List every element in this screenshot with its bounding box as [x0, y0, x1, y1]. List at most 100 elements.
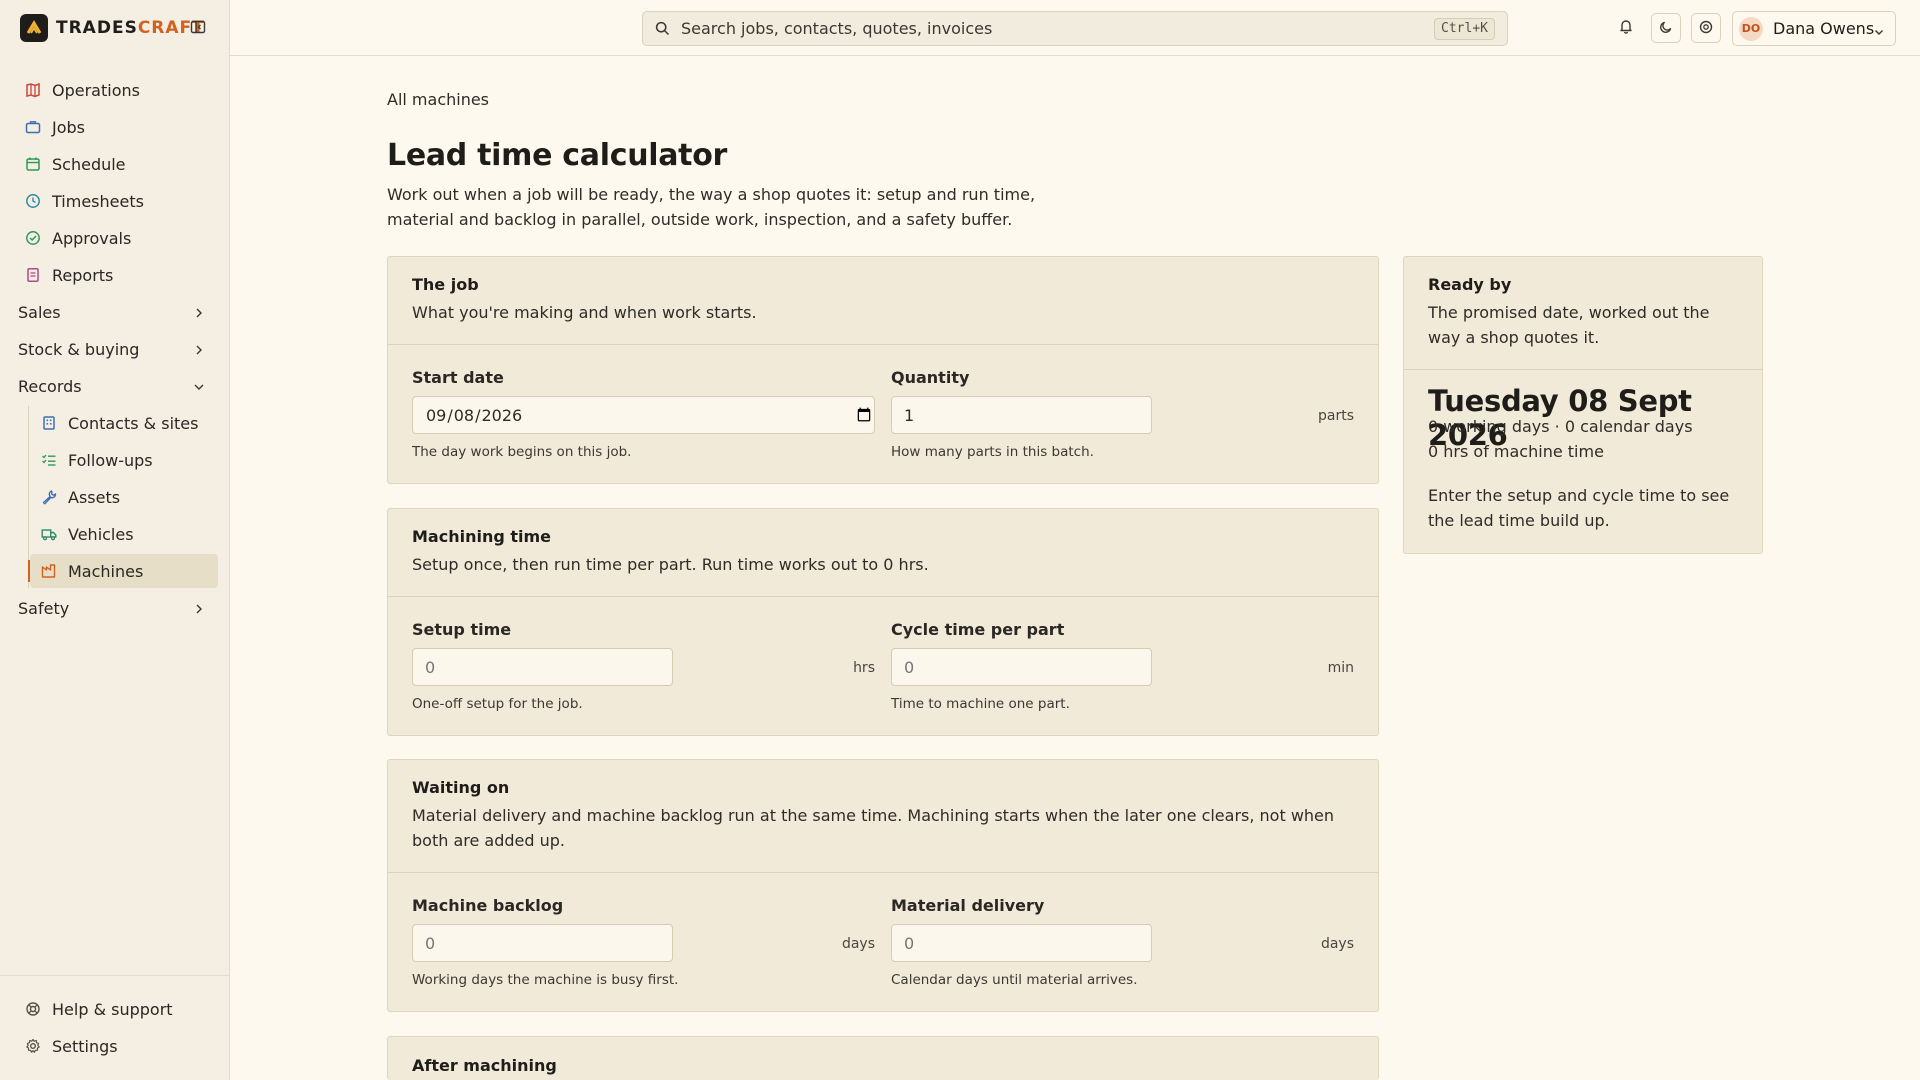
page-title: Lead time calculator	[387, 138, 728, 173]
sidebar-item-jobs[interactable]: Jobs	[14, 110, 218, 144]
start-date-hint: The day work begins on this job.	[412, 444, 632, 460]
sidebar-item-vehicles[interactable]: Vehicles	[30, 517, 218, 551]
map-icon	[24, 81, 42, 99]
card-title: Ready by	[1428, 275, 1512, 294]
user-name: Dana Owens	[1773, 19, 1875, 38]
sidebar-group-label: Records	[18, 376, 82, 396]
cycle-time-field[interactable]	[891, 648, 1152, 686]
avatar: DO	[1739, 16, 1763, 41]
breadcrumb[interactable]: All machines	[387, 90, 489, 109]
card-subtitle: What you're making and when work starts.	[412, 303, 757, 322]
quantity-hint: How many parts in this batch.	[891, 444, 1094, 460]
card-subtitle: Setup once, then run time per part. Run …	[412, 555, 929, 574]
sidebar-item-label: Vehicles	[68, 524, 134, 544]
sidebar-item-settings[interactable]: Settings	[14, 1029, 218, 1063]
setup-time-hint: One-off setup for the job.	[412, 696, 583, 712]
quantity-field[interactable]	[891, 396, 1152, 434]
search-icon	[655, 21, 671, 37]
cycle-time-hint: Time to machine one part.	[891, 696, 1070, 712]
sidebar-item-label: Contacts & sites	[68, 413, 199, 433]
global-search[interactable]: Ctrl+K	[642, 11, 1508, 46]
sidebar-group-safety[interactable]: Safety	[14, 591, 218, 625]
material-delivery-field[interactable]	[891, 924, 1152, 962]
machine-hours-summary: 0 hrs of machine time	[1428, 442, 1604, 461]
machine-backlog-field[interactable]	[412, 924, 673, 962]
contrast-button[interactable]	[1691, 13, 1721, 43]
wrench-icon	[40, 488, 58, 506]
sidebar-item-label: Follow-ups	[68, 450, 153, 470]
gear-icon	[24, 1037, 42, 1055]
sidebar-group-stock[interactable]: Stock & buying	[14, 332, 218, 366]
contrast-icon	[1699, 19, 1713, 38]
setup-time-unit: hrs	[853, 660, 875, 676]
sidebar-item-label: Operations	[52, 80, 140, 100]
chevron-right-icon	[192, 601, 206, 615]
machine-backlog-unit: days	[841, 936, 875, 952]
sidebar-item-label: Settings	[52, 1036, 118, 1056]
material-delivery-hint: Calendar days until material arrives.	[891, 972, 1138, 988]
setup-time-field[interactable]	[412, 648, 673, 686]
chevron-right-icon	[192, 342, 206, 356]
notifications-button[interactable]	[1611, 13, 1641, 43]
card-title: The job	[412, 275, 479, 294]
sidebar-item-help[interactable]: Help & support	[14, 992, 218, 1026]
ready-by-card: Ready by The promised date, worked out t…	[1403, 256, 1763, 554]
sidebar-group-label: Stock & buying	[18, 339, 140, 359]
lifebuoy-icon	[24, 1000, 42, 1018]
ready-note: Enter the setup and cycle time to see th…	[1428, 486, 1730, 530]
brand-name: TRADESCRAFT	[56, 18, 205, 38]
sidebar-item-reports[interactable]: Reports	[14, 258, 218, 292]
working-days-summary: 0 working days · 0 calendar days	[1428, 417, 1693, 436]
sidebar: TRADESCRAFT Operations Jobs Schedule Tim…	[0, 0, 230, 1080]
check-circle-icon	[24, 229, 42, 247]
chevron-right-icon	[192, 305, 206, 319]
cycle-time-label: Cycle time per part	[891, 620, 1065, 639]
calendar-icon	[24, 155, 42, 173]
sidebar-group-label: Sales	[18, 302, 61, 322]
sidebar-item-label: Reports	[52, 265, 114, 285]
sidebar-collapse-icon[interactable]	[190, 19, 208, 37]
card-title: Machining time	[412, 527, 552, 546]
start-date-label: Start date	[412, 368, 504, 387]
chevron-down-icon	[1873, 23, 1885, 35]
bell-icon	[1618, 18, 1634, 38]
sidebar-item-schedule[interactable]: Schedule	[14, 147, 218, 181]
sidebar-item-operations[interactable]: Operations	[14, 73, 218, 107]
sidebar-item-label: Timesheets	[52, 191, 144, 211]
machine-backlog-label: Machine backlog	[412, 896, 564, 915]
report-icon	[24, 266, 42, 284]
clock-icon	[24, 192, 42, 210]
chevron-down-icon	[192, 379, 206, 393]
truck-icon	[40, 525, 58, 543]
sidebar-item-contacts-sites[interactable]: Contacts & sites	[30, 406, 218, 440]
after-machining-card: After machining	[387, 1036, 1379, 1080]
sidebar-item-label: Help & support	[52, 999, 173, 1019]
sidebar-item-label: Jobs	[52, 117, 85, 137]
sidebar-item-label: Assets	[68, 487, 121, 507]
machining-card: Machining time Setup once, then run time…	[387, 508, 1379, 736]
search-input[interactable]	[681, 19, 1421, 38]
machine-backlog-hint: Working days the machine is busy first.	[412, 972, 679, 988]
search-shortcut-badge: Ctrl+K	[1434, 18, 1495, 40]
sidebar-group-sales[interactable]: Sales	[14, 295, 218, 329]
sidebar-item-timesheets[interactable]: Timesheets	[14, 184, 218, 218]
setup-time-label: Setup time	[412, 620, 512, 639]
sidebar-item-approvals[interactable]: Approvals	[14, 221, 218, 255]
factory-icon	[40, 562, 58, 580]
building-icon	[40, 414, 58, 432]
sidebar-item-follow-ups[interactable]: Follow-ups	[30, 443, 218, 477]
card-title: After machining	[412, 1056, 557, 1075]
brand-logo-icon	[20, 14, 48, 42]
brand[interactable]: TRADESCRAFT	[20, 14, 205, 42]
start-date-field[interactable]	[412, 396, 875, 434]
sidebar-item-machines[interactable]: Machines	[28, 554, 218, 588]
sidebar-item-assets[interactable]: Assets	[30, 480, 218, 514]
user-menu-button[interactable]: DO Dana Owens	[1732, 11, 1896, 46]
sidebar-group-records[interactable]: Records	[14, 369, 218, 403]
job-card: The job What you're making and when work…	[387, 256, 1379, 484]
material-delivery-unit: days	[1320, 936, 1354, 952]
cycle-time-unit: min	[1327, 660, 1354, 676]
sidebar-item-label: Approvals	[52, 228, 132, 248]
theme-toggle-button[interactable]	[1651, 13, 1681, 43]
card-subtitle: Material delivery and machine backlog ru…	[412, 806, 1335, 850]
